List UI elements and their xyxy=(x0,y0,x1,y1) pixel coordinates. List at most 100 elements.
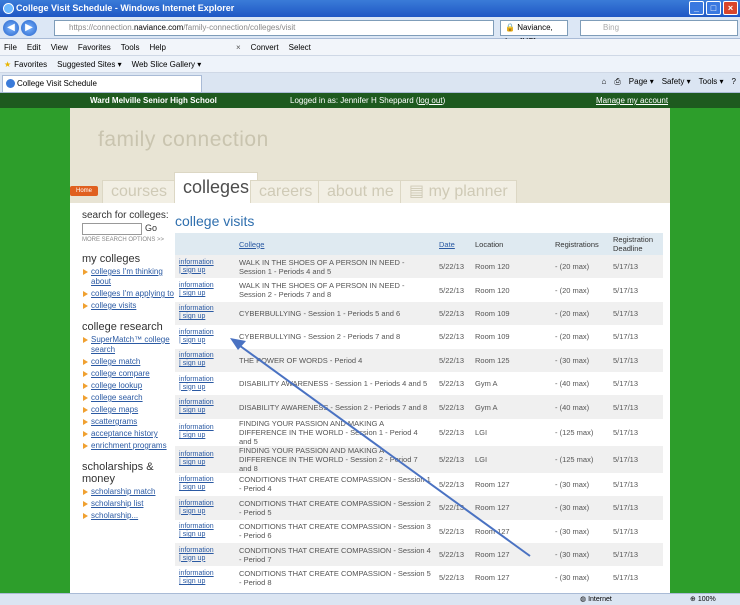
college-search-input[interactable] xyxy=(82,223,142,235)
cell-college: WALK IN THE SHOES OF A PERSON IN NEED - … xyxy=(235,255,435,279)
sign-up-link[interactable]: | sign up xyxy=(179,432,205,439)
more-search-options-link[interactable]: MORE SEARCH OPTIONS >> xyxy=(82,237,178,243)
header-date[interactable]: Date xyxy=(435,233,471,255)
menu-favorites[interactable]: Favorites xyxy=(78,43,111,52)
information-link[interactable]: information xyxy=(179,329,214,336)
home-icon[interactable]: ⌂ xyxy=(602,77,607,87)
sign-up-link[interactable]: | sign up xyxy=(179,531,205,538)
help-icon[interactable]: ? xyxy=(732,77,736,87)
sign-up-link[interactable]: | sign up xyxy=(179,555,205,562)
menu-bar: File Edit View Favorites Tools Help × Co… xyxy=(0,39,740,56)
menu-edit[interactable]: Edit xyxy=(27,43,41,52)
information-link[interactable]: information xyxy=(179,305,214,312)
tab-my-planner[interactable]: ▤ my planner xyxy=(400,180,517,203)
close-toolbar-icon[interactable]: × xyxy=(236,43,241,52)
sign-up-link[interactable]: | sign up xyxy=(179,290,205,297)
menu-tools[interactable]: Tools xyxy=(121,43,140,52)
close-button[interactable]: × xyxy=(723,1,738,15)
tab-courses[interactable]: courses xyxy=(102,180,177,203)
link-college-search[interactable]: college search xyxy=(82,393,178,403)
favorites-button[interactable]: Favorites xyxy=(14,60,47,69)
sign-up-link[interactable]: | sign up xyxy=(179,313,205,320)
link-college-maps[interactable]: college maps xyxy=(82,405,178,415)
information-link[interactable]: information xyxy=(179,376,214,383)
link-scholarship-match[interactable]: scholarship match xyxy=(82,487,178,497)
menu-help[interactable]: Help xyxy=(149,43,165,52)
information-link[interactable]: information xyxy=(179,282,214,289)
print-icon[interactable]: ⎙ xyxy=(614,77,620,87)
row-actions: information | sign up xyxy=(175,348,235,372)
sign-up-link[interactable]: | sign up xyxy=(179,384,205,391)
manage-account-link[interactable]: Manage my account xyxy=(596,96,668,105)
information-link[interactable]: information xyxy=(179,424,214,431)
information-link[interactable]: information xyxy=(179,259,214,266)
link-scholarship-more[interactable]: scholarship... xyxy=(82,511,178,521)
minimize-button[interactable]: _ xyxy=(689,1,704,15)
information-link[interactable]: information xyxy=(179,352,214,359)
maximize-button[interactable]: □ xyxy=(706,1,721,15)
home-button[interactable]: Home xyxy=(70,186,98,196)
link-enrichment-programs[interactable]: enrichment programs xyxy=(82,441,178,451)
sign-up-link[interactable]: | sign up xyxy=(179,407,205,414)
convert-button[interactable]: Convert xyxy=(251,43,279,52)
link-college-compare[interactable]: college compare xyxy=(82,369,178,379)
forward-button[interactable]: ▶ xyxy=(21,20,37,36)
url-field[interactable]: https://connection.naviance.com/family-c… xyxy=(54,20,494,36)
information-link[interactable]: information xyxy=(179,523,214,530)
web-slice-gallery-link[interactable]: Web Slice Gallery ▾ xyxy=(132,60,202,69)
sign-up-link[interactable]: | sign up xyxy=(179,508,205,515)
page-menu[interactable]: Page ▾ xyxy=(629,77,654,87)
cell-date: 5/22/13 xyxy=(435,445,471,473)
tab-colleges[interactable]: colleges xyxy=(174,172,259,203)
select-button[interactable]: Select xyxy=(289,43,311,52)
menu-file[interactable]: File xyxy=(4,43,17,52)
link-college-visits[interactable]: college visits xyxy=(82,301,178,311)
search-input[interactable]: Bing xyxy=(580,20,738,36)
globe-icon: ◍ xyxy=(580,596,587,603)
cell-college: WALK IN THE SHOES OF A PERSON IN NEED - … xyxy=(239,281,405,300)
suggested-sites-link[interactable]: Suggested Sites ▾ xyxy=(57,60,122,69)
cell-location: Room 109 xyxy=(475,332,510,342)
tools-menu[interactable]: Tools ▾ xyxy=(699,77,724,87)
cell-location: Room 109 xyxy=(471,301,551,326)
information-link[interactable]: information xyxy=(179,570,214,577)
zoom-level[interactable]: ⊕ 100% xyxy=(690,595,716,603)
menu-view[interactable]: View xyxy=(51,43,68,52)
cell-college: CONDITIONS THAT CREATE COMPASSION - Sess… xyxy=(235,542,435,567)
link-scholarship-list[interactable]: scholarship list xyxy=(82,499,178,509)
logout-link[interactable]: log out xyxy=(419,96,443,105)
school-name: Ward Melville Senior High School xyxy=(90,96,217,105)
go-button[interactable]: Go xyxy=(145,223,157,235)
sign-up-link[interactable]: | sign up xyxy=(179,484,205,491)
security-lock[interactable]: 🔒 Naviance, Inc. [US] xyxy=(500,20,568,46)
link-thinking-about[interactable]: colleges I'm thinking about xyxy=(82,267,178,287)
information-link[interactable]: information xyxy=(179,451,214,458)
sign-up-link[interactable]: | sign up xyxy=(179,578,205,585)
information-link[interactable]: information xyxy=(179,399,214,406)
sign-up-link[interactable]: | sign up xyxy=(179,267,205,274)
safety-menu[interactable]: Safety ▾ xyxy=(662,77,691,87)
header-registrations: Registrations xyxy=(551,233,609,255)
sign-up-link[interactable]: | sign up xyxy=(179,337,205,344)
sign-up-link[interactable]: | sign up xyxy=(179,459,205,466)
table-row: information | sign up THE POWER OF WORDS -… xyxy=(175,348,663,372)
header-college[interactable]: College xyxy=(235,233,435,255)
link-college-match[interactable]: college match xyxy=(82,357,178,367)
row-actions: information | sign up xyxy=(175,301,235,326)
back-button[interactable]: ◀ xyxy=(3,20,19,36)
link-applying-to[interactable]: colleges I'm applying to xyxy=(82,289,178,299)
tab-careers[interactable]: careers xyxy=(250,180,322,203)
cell-college: CONDITIONS THAT CREATE COMPASSION - Sess… xyxy=(235,496,435,520)
browser-tab[interactable]: College Visit Schedule xyxy=(2,75,202,92)
cell-location: Room 125 xyxy=(471,348,551,372)
main-panel: college visits College Date Location Reg… xyxy=(175,213,663,590)
information-link[interactable]: information xyxy=(179,547,214,554)
link-supermatch[interactable]: SuperMatch™ college search xyxy=(82,335,178,355)
information-link[interactable]: information xyxy=(179,500,214,507)
information-link[interactable]: information xyxy=(179,476,214,483)
link-scattergrams[interactable]: scattergrams xyxy=(82,417,178,427)
sign-up-link[interactable]: | sign up xyxy=(179,360,205,367)
link-acceptance-history[interactable]: acceptance history xyxy=(82,429,178,439)
tab-about-me[interactable]: about me xyxy=(318,180,403,203)
link-college-lookup[interactable]: college lookup xyxy=(82,381,178,391)
